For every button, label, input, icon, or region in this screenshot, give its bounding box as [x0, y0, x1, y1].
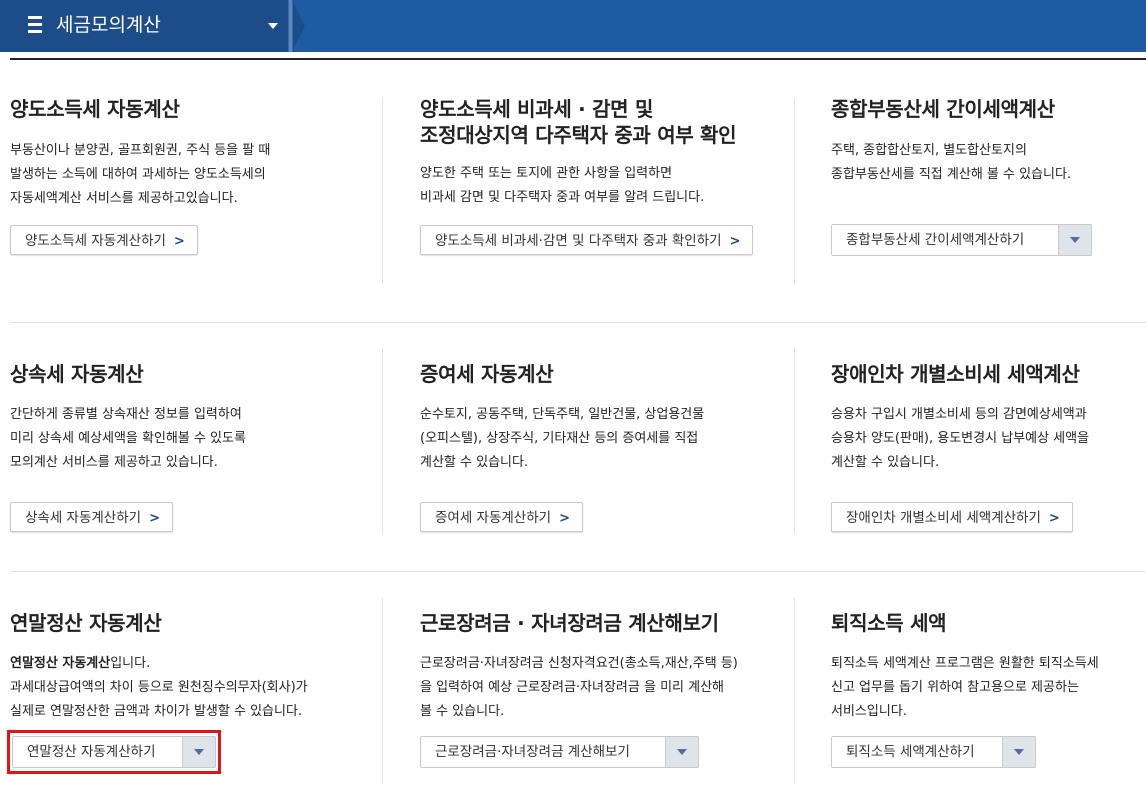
chevron-right-icon: >: [1048, 511, 1060, 526]
desc-line: 종합부동산세를 직접 계산해 볼 수 있습니다.: [831, 167, 1072, 182]
column-divider: [794, 98, 795, 284]
desc-line: 비과세 감면 및 다주택자 중과 여부를 알려 드립니다.: [420, 190, 705, 205]
button-label: 양도소득세 비과세·감면 및 다주택자 중과 확인하기: [435, 233, 722, 249]
column-divider: [382, 598, 383, 784]
comprehensive-real-estate-select[interactable]: 종합부동산세 간이세액계산하기: [831, 224, 1092, 256]
chevron-right-icon: >: [149, 511, 160, 526]
inheritance-tax-calc-button[interactable]: 상속세 자동계산하기 >: [10, 502, 173, 532]
chevron-down-icon[interactable]: [1058, 225, 1091, 255]
desc-line: 계산할 수 있습니다.: [831, 455, 940, 470]
card-description: 순수토지, 공동주택, 단독주택, 일반건물, 상업용건물 (오피스텔), 상장…: [420, 403, 790, 475]
card-description: 간단하게 종류별 상속재산 정보를 입력하여 미리 상속세 예상세액을 확인해볼…: [10, 403, 370, 475]
chevron-right-icon: >: [729, 234, 741, 249]
chevron-down-icon[interactable]: [1002, 737, 1035, 767]
desc-line: 퇴직소득 세액계산 프로그램은 원활한 퇴직소득세: [831, 656, 1099, 671]
gift-tax-calc-button[interactable]: 증여세 자동계산하기 >: [420, 502, 583, 532]
card-description: 양도한 주택 또는 토지에 관한 사항을 입력하면 비과세 감면 및 다주택자 …: [420, 162, 790, 210]
desc-line: 신고 업무를 돕기 위하여 참고용으로 제공하는: [831, 680, 1079, 695]
desc-line: 자동세액계산 서비스를 제공하고있습니다.: [10, 191, 238, 206]
hamburger-menu-icon[interactable]: [28, 16, 42, 34]
desc-line: 모의계산 서비스를 제공하고 있습니다.: [10, 455, 218, 470]
retirement-income-tax-select[interactable]: 퇴직소득 세액계산하기: [831, 736, 1036, 768]
button-label: 증여세 자동계산하기: [435, 510, 552, 526]
card-description: 근로장려금·자녀장려금 신청자격요건(총소득,재산,주택 등) 을 입력하여 예…: [420, 652, 790, 724]
card-title: 양도소득세 자동계산: [10, 97, 180, 121]
select-label: 종합부동산세 간이세액계산하기: [846, 232, 1025, 248]
chevron-down-icon[interactable]: [665, 737, 698, 767]
desc-line: 승용차 양도(판매), 용도변경시 납부예상 세액을: [831, 431, 1090, 446]
row-divider: [10, 571, 1146, 572]
card-title: 연말정산 자동계산: [10, 611, 162, 635]
desc-line: 주택, 종합합산토지, 별도합산토지의: [831, 143, 1027, 158]
card-title: 증여세 자동계산: [420, 362, 554, 386]
desc-bold: 연말정산 자동계산: [10, 656, 111, 671]
desc-line: 을 입력하여 예상 근로장려금·자녀장려금 을 미리 계산해: [420, 680, 725, 695]
card-inheritance-tax: 상속세 자동계산 간단하게 종류별 상속재산 정보를 입력하여 미리 상속세 예…: [10, 361, 370, 475]
desc-line: 부동산이나 분양권, 골프회원권, 주식 등을 팔 때: [10, 143, 271, 158]
card-title: 종합부동산세 간이세액계산: [831, 97, 1055, 121]
card-gift-tax: 증여세 자동계산 순수토지, 공동주택, 단독주택, 일반건물, 상업용건물 (…: [420, 361, 790, 475]
card-title-line1: 양도소득세 비과세 · 감면 및: [420, 97, 654, 121]
earned-income-credit-select[interactable]: 근로장려금·자녀장려금 계산해보기: [420, 736, 699, 768]
card-description: 승용차 구입시 개별소비세 등의 감면예상세액과 승용차 양도(판매), 용도변…: [831, 403, 1143, 475]
desc-line: 순수토지, 공동주택, 단독주택, 일반건물, 상업용건물: [420, 407, 705, 422]
desc-line: 과세대상급여액의 차이 등으로 원천징수의무자(회사)가: [10, 680, 308, 695]
highlight-box: [7, 730, 221, 774]
select-label: 근로장려금·자녀장려금 계산해보기: [435, 744, 630, 760]
card-description: 부동산이나 분양권, 골프회원권, 주식 등을 팔 때 발생하는 소득에 대하여…: [10, 139, 370, 211]
card-title: 퇴직소득 세액: [831, 611, 947, 635]
card-year-end-settlement: 연말정산 자동계산 연말정산 자동계산입니다. 과세대상급여액의 차이 등으로 …: [10, 610, 380, 724]
desc-line: 볼 수 있습니다.: [420, 704, 505, 719]
card-title: 상속세 자동계산: [10, 362, 144, 386]
desc-line: (오피스텔), 상장주식, 기타재산 등의 증여세를 직접: [420, 431, 699, 446]
card-retirement-income-tax: 퇴직소득 세액 퇴직소득 세액계산 프로그램은 원활한 퇴직소득세 신고 업무를…: [831, 610, 1143, 724]
card-capital-gains-exemption: 양도소득세 비과세 · 감면 및 조정대상지역 다주택자 중과 여부 확인 양도한…: [420, 96, 790, 210]
button-label: 상속세 자동계산하기: [25, 510, 142, 526]
column-divider: [382, 348, 383, 534]
chevron-right-icon: >: [559, 511, 570, 526]
card-title: 근로장려금 · 자녀장려금 계산해보기: [420, 611, 719, 635]
capital-gains-exemption-button[interactable]: 양도소득세 비과세·감면 및 다주택자 중과 확인하기 >: [420, 225, 754, 255]
chevron-down-icon[interactable]: [268, 23, 278, 29]
header-divider: [10, 58, 1146, 60]
page-title[interactable]: 세금모의계산: [56, 12, 161, 38]
card-earned-income-credit: 근로장려금 · 자녀장려금 계산해보기 근로장려금·자녀장려금 신청자격요건(총…: [420, 610, 790, 724]
card-capital-gains-tax: 양도소득세 자동계산 부동산이나 분양권, 골프회원권, 주식 등을 팔 때 발…: [10, 96, 370, 211]
desc-line: 실제로 연말정산한 금액과 차이가 발생할 수 있습니다.: [10, 704, 303, 719]
desc-suffix: 입니다.: [110, 656, 151, 671]
desc-line: 계산할 수 있습니다.: [420, 455, 529, 470]
chevron-right-icon: >: [173, 234, 185, 249]
button-label: 장애인차 개별소비세 세액계산하기: [846, 510, 1041, 526]
card-disabled-vehicle-tax: 장애인차 개별소비세 세액계산 승용차 구입시 개별소비세 등의 감면예상세액과…: [831, 361, 1143, 475]
card-description: 연말정산 자동계산입니다. 과세대상급여액의 차이 등으로 원천징수의무자(회사…: [10, 652, 380, 724]
desc-line: 미리 상속세 예상세액을 확인해볼 수 있도록: [10, 431, 246, 446]
row-divider: [10, 322, 1146, 323]
card-comprehensive-real-estate-tax: 종합부동산세 간이세액계산 주택, 종합합산토지, 별도합산토지의 종합부동산세…: [831, 96, 1141, 187]
card-description: 주택, 종합합산토지, 별도합산토지의 종합부동산세를 직접 계산해 볼 수 있…: [831, 139, 1141, 187]
column-divider: [794, 598, 795, 784]
top-bar: 세금모의계산: [0, 0, 1146, 52]
card-title: 장애인차 개별소비세 세액계산: [831, 362, 1080, 386]
card-title-line2: 조정대상지역 다주택자 중과 여부 확인: [420, 123, 737, 147]
desc-line: 간단하게 종류별 상속재산 정보를 입력하여: [10, 407, 242, 422]
desc-line: 양도한 주택 또는 토지에 관한 사항을 입력하면: [420, 166, 673, 181]
card-title: 양도소득세 비과세 · 감면 및 조정대상지역 다주택자 중과 여부 확인: [420, 96, 790, 148]
button-label: 양도소득세 자동계산하기: [25, 233, 166, 249]
column-divider: [794, 348, 795, 534]
desc-line: 근로장려금·자녀장려금 신청자격요건(총소득,재산,주택 등): [420, 656, 738, 671]
desc-line: 서비스입니다.: [831, 704, 907, 719]
column-divider: [382, 98, 383, 284]
card-description: 퇴직소득 세액계산 프로그램은 원활한 퇴직소득세 신고 업무를 돕기 위하여 …: [831, 652, 1143, 724]
disabled-vehicle-tax-button[interactable]: 장애인차 개별소비세 세액계산하기 >: [831, 502, 1073, 532]
desc-line: 발생하는 소득에 대하여 과세하는 양도소득세의: [10, 167, 266, 182]
desc-line: 승용차 구입시 개별소비세 등의 감면예상세액과: [831, 407, 1087, 422]
capital-gains-calc-button[interactable]: 양도소득세 자동계산하기 >: [10, 225, 198, 255]
select-label: 퇴직소득 세액계산하기: [846, 744, 975, 760]
